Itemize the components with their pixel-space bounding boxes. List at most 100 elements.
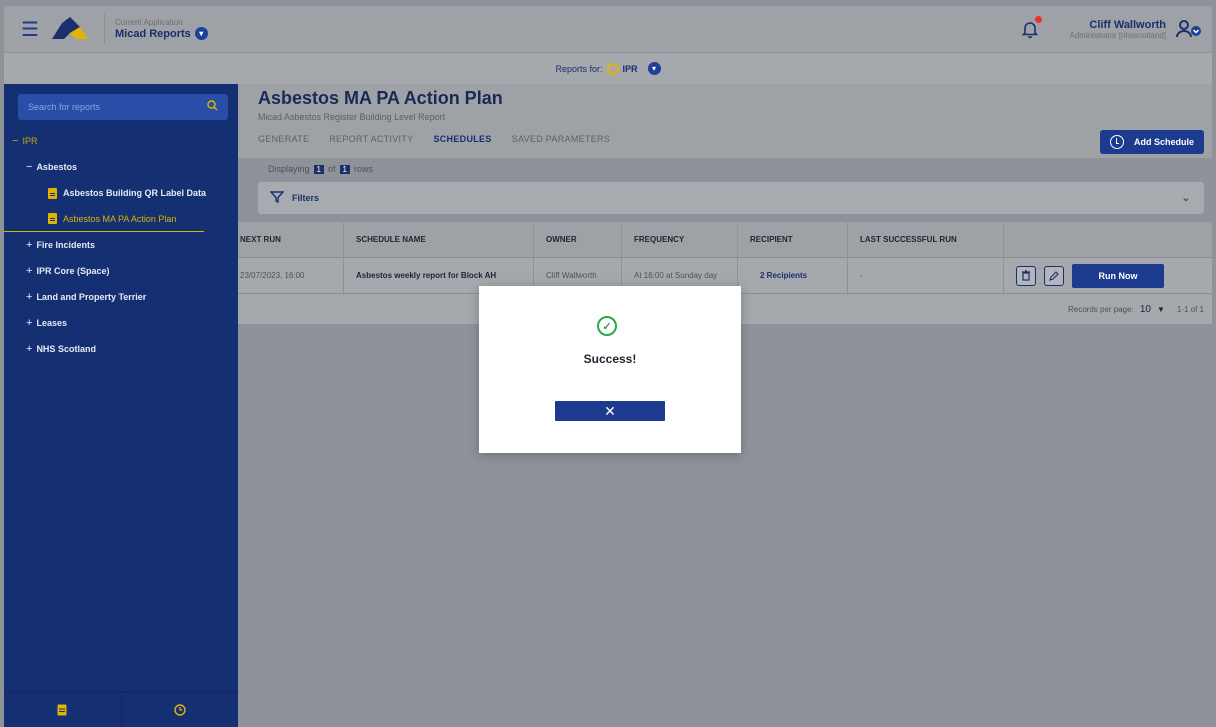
app-frame: ☰ Current Application Micad Reports ▾ Cl… (4, 6, 1212, 727)
history-clock-icon[interactable] (122, 692, 239, 727)
success-dialog: ✓ Success! ✕ (479, 286, 741, 453)
search-input[interactable] (28, 102, 207, 112)
top-bar: ☰ Current Application Micad Reports ▾ Cl… (4, 6, 1212, 52)
user-role: Administrator [nhsscotland] (1069, 30, 1167, 40)
table-header: NEXT RUN SCHEDULE NAME OWNER FREQUENCY R… (238, 222, 1212, 258)
cell-actions: Run Now (1004, 258, 1212, 293)
hamburger-menu-icon[interactable]: ☰ (10, 6, 50, 52)
tree-item-land-property[interactable]: + Land and Property Terrier (4, 284, 238, 310)
expand-icon: + (26, 343, 33, 355)
tree-label: Asbestos Building QR Label Data (63, 188, 207, 198)
chevron-down-icon[interactable]: ⌄ (1182, 193, 1190, 204)
page-range: 1-1 of 1 (1176, 304, 1204, 314)
micad-logo (52, 17, 88, 39)
tab-report-activity[interactable]: REPORT ACTIVITY (329, 134, 413, 144)
rows-label: rows (353, 164, 373, 174)
close-button[interactable]: ✕ (555, 401, 665, 421)
expand-icon: + (26, 317, 33, 329)
sidebar: −IPR −Asbestos Asbestos Building QR Labe… (4, 84, 238, 727)
tab-schedules[interactable]: SCHEDULES (433, 134, 491, 144)
tree-label: IPR (22, 136, 38, 146)
page-header: Asbestos MA PA Action Plan Micad Asbesto… (238, 84, 1212, 158)
row-count: Displaying 1 of 1 rows (268, 164, 373, 174)
report-tabs: GENERATE REPORT ACTIVITY SCHEDULES SAVED… (258, 134, 610, 144)
app-selector[interactable]: Micad Reports ▾ (115, 27, 208, 40)
col-frequency[interactable]: FREQUENCY (622, 222, 738, 257)
reports-document-icon[interactable] (4, 692, 122, 727)
tab-saved-parameters[interactable]: SAVED PARAMETERS (512, 134, 611, 144)
notification-bell-icon[interactable] (1020, 16, 1042, 39)
app-name: Micad Reports (115, 27, 191, 40)
tree-item-ipr-core[interactable]: + IPR Core (Space) (4, 258, 238, 284)
reports-for-bar: Reports for: IPR ▾ (4, 52, 1212, 84)
clock-icon (1109, 135, 1124, 149)
collapse-icon: − (12, 135, 19, 147)
col-schedule-name[interactable]: SCHEDULE NAME (344, 222, 534, 257)
page-subtitle: Micad Asbestos Register Building Level R… (258, 112, 446, 122)
filters-panel[interactable]: Filters ⌄ (258, 182, 1204, 214)
total-count: 1 (339, 164, 350, 174)
tree-item-ipr[interactable]: − IPR (4, 128, 238, 154)
app-caption: Current Application (115, 18, 183, 27)
success-message: Success! (583, 352, 637, 366)
tree-item-fire-incidents[interactable]: + Fire Incidents (4, 232, 238, 258)
collapse-icon: − (26, 161, 33, 173)
tree-label: Asbestos MA PA Action Plan (63, 213, 177, 224)
displaying-label: Displaying (268, 164, 310, 174)
cell-recipient-link[interactable]: 2 Recipients (738, 258, 848, 293)
expand-icon: + (26, 239, 33, 251)
tree-label: Asbestos (36, 162, 77, 172)
add-schedule-label: Add Schedule (1133, 137, 1194, 147)
ipr-logo-icon (606, 62, 619, 75)
filter-icon (269, 191, 285, 205)
report-document-icon (48, 187, 57, 199)
search-icon[interactable] (207, 100, 218, 114)
report-tree: − IPR − Asbestos Asbestos Building QR Labe… (4, 128, 238, 362)
records-per-page-label: Records per page: (1067, 304, 1134, 314)
reports-for-label: Reports for: (555, 63, 603, 74)
col-recipient[interactable]: RECIPIENT (738, 222, 848, 257)
tree-label: Leases (36, 318, 67, 328)
chevron-down-icon[interactable]: ▾ (647, 62, 661, 75)
notification-dot (1034, 16, 1042, 23)
chevron-down-icon: ▾ (194, 27, 208, 40)
tree-item-asbestos[interactable]: − Asbestos (4, 154, 238, 180)
add-schedule-button[interactable]: Add Schedule (1099, 130, 1204, 154)
expand-icon: + (26, 265, 33, 277)
cell-last-run: - (848, 258, 1004, 293)
tree-item-nhs-scotland[interactable]: + NHS Scotland (4, 336, 238, 362)
tab-generate[interactable]: GENERATE (258, 134, 309, 144)
filters-label: Filters (292, 193, 320, 203)
report-search[interactable] (18, 94, 228, 120)
col-next-run[interactable]: NEXT RUN (238, 222, 344, 257)
user-menu-icon[interactable] (1174, 14, 1204, 44)
col-last-successful-run[interactable]: LAST SUCCESSFUL RUN (848, 222, 1004, 257)
col-actions (1004, 222, 1212, 257)
report-document-icon (48, 213, 57, 224)
user-name: Cliff Wallworth (1089, 18, 1166, 31)
tree-item-leases[interactable]: + Leases (4, 310, 238, 336)
run-now-button[interactable]: Run Now (1072, 263, 1164, 288)
tree-label: IPR Core (Space) (36, 266, 110, 276)
tree-label: Fire Incidents (36, 240, 95, 250)
reports-for-value[interactable]: IPR (623, 64, 638, 74)
user-info: Cliff Wallworth Administrator [nhsscotla… (1070, 19, 1167, 40)
shown-count: 1 (313, 164, 324, 174)
delete-icon[interactable] (1016, 265, 1036, 286)
chevron-down-icon[interactable]: ▼ (1157, 305, 1165, 314)
col-owner[interactable]: OWNER (534, 222, 622, 257)
success-check-icon: ✓ (597, 316, 617, 336)
of-label: of (327, 164, 336, 174)
expand-icon: + (26, 291, 33, 303)
tree-item-asbestos-action-plan[interactable]: Asbestos MA PA Action Plan (4, 206, 204, 232)
page-title: Asbestos MA PA Action Plan (258, 88, 503, 108)
topbar-right: Cliff Wallworth Administrator [nhsscotla… (1020, 6, 1205, 52)
tree-label: Land and Property Terrier (36, 292, 147, 302)
edit-pencil-icon[interactable] (1044, 265, 1064, 286)
cell-next-run: 23/07/2023, 16:00 (238, 258, 344, 293)
records-per-page-select[interactable]: 10 (1140, 304, 1151, 315)
tree-label: NHS Scotland (36, 344, 96, 354)
tree-item-asbestos-qr-label[interactable]: Asbestos Building QR Label Data (4, 180, 238, 206)
sidebar-footer (4, 691, 238, 727)
current-application[interactable]: Current Application Micad Reports ▾ (104, 14, 208, 44)
